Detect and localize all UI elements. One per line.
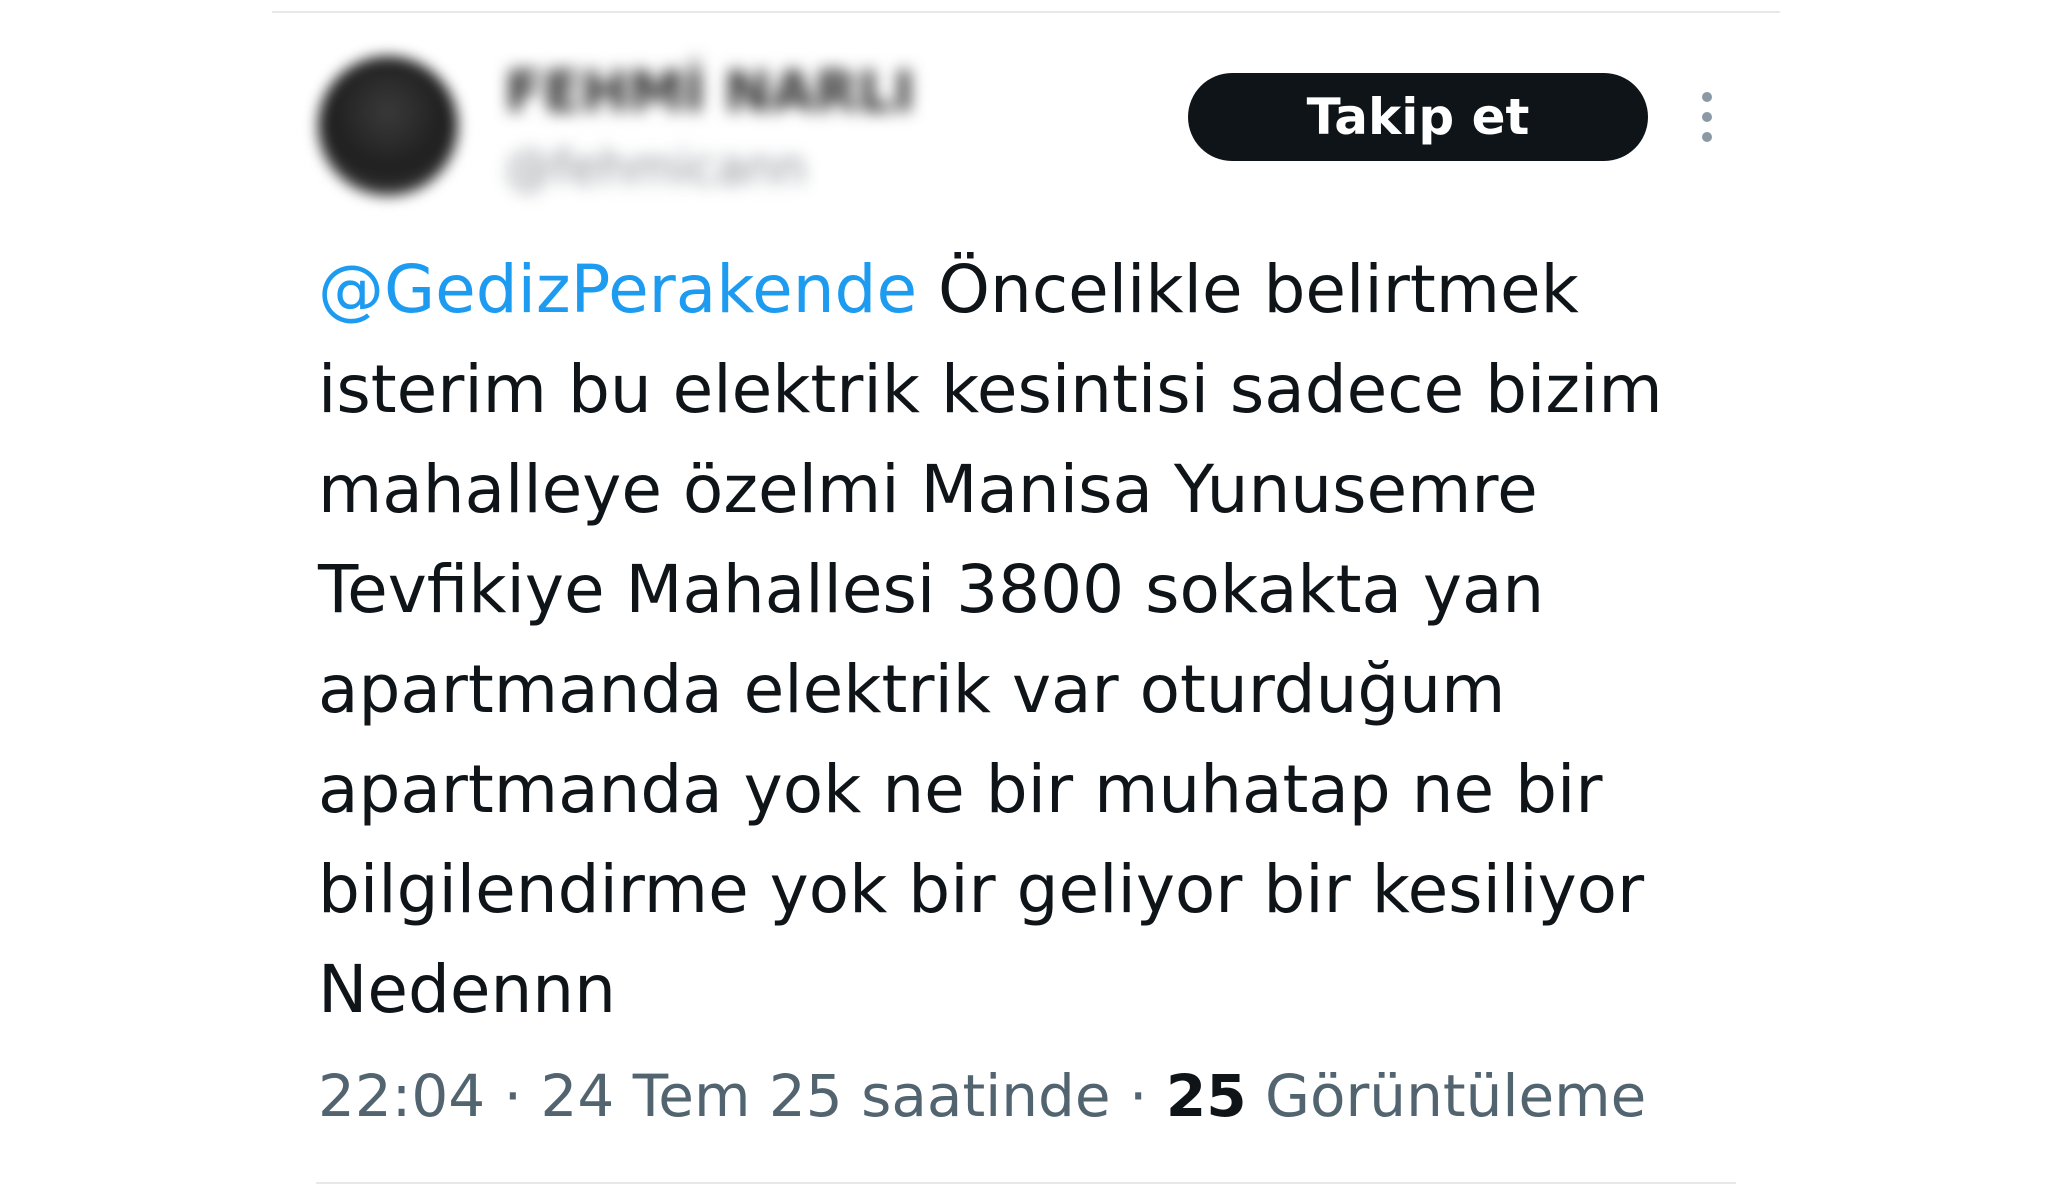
tweet-meta: 22:04 · 24 Tem 25 saatinde · 25 Görüntül… bbox=[318, 1062, 1646, 1130]
avatar[interactable] bbox=[318, 56, 458, 196]
follow-button[interactable]: Takip et bbox=[1188, 73, 1648, 161]
author-handle[interactable]: @fehmicann bbox=[505, 140, 807, 196]
tweet-card: FEHMİ NARLI @fehmicann Takip et @GedizPe… bbox=[0, 0, 2048, 1200]
more-dot bbox=[1702, 92, 1712, 102]
views-label: Görüntüleme bbox=[1265, 1062, 1647, 1130]
author-name[interactable]: FEHMİ NARLI bbox=[505, 60, 914, 125]
tweet-body: Öncelikle belirtmek isterim bu elektrik … bbox=[318, 251, 1663, 1028]
more-dot bbox=[1702, 112, 1712, 122]
views-count: 25 bbox=[1165, 1062, 1247, 1130]
more-vertical-icon[interactable] bbox=[1695, 92, 1719, 142]
tweet-time[interactable]: 22:04 bbox=[318, 1062, 485, 1130]
tweet-text: @GedizPerakende Öncelikle belirtmek iste… bbox=[318, 240, 1758, 1040]
more-dot bbox=[1702, 132, 1712, 142]
meta-separator: · bbox=[1110, 1062, 1166, 1130]
mention-link[interactable]: @GedizPerakende bbox=[318, 251, 917, 328]
tweet-date[interactable]: 24 Tem 25 saatinde bbox=[540, 1062, 1110, 1130]
meta-separator: · bbox=[485, 1062, 541, 1130]
bottom-divider bbox=[316, 1182, 1736, 1184]
